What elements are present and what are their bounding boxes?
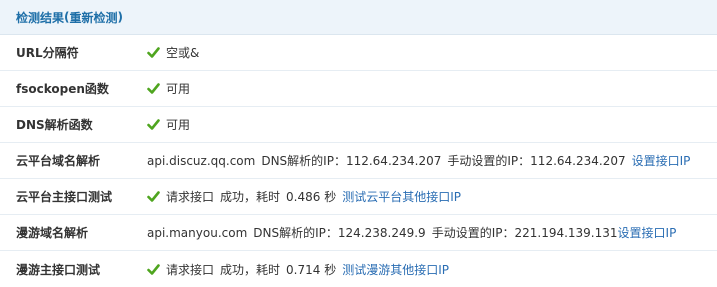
panel-title: 检测结果: [16, 10, 65, 25]
recheck-link[interactable]: 重新检测: [70, 9, 118, 26]
result-row-dns-function: DNS解析函数 可用: [0, 107, 717, 143]
result-row-fsockopen: fsockopen函数 可用: [0, 71, 717, 107]
check-icon: [147, 47, 160, 58]
result-text: 成功，耗时: [220, 262, 281, 277]
dns-ip-value: 112.64.234.207: [345, 153, 442, 168]
test-cloud-other-link[interactable]: 测试云平台其他接口IP: [342, 188, 461, 205]
elapsed-time: 0.714 秒: [286, 262, 337, 277]
row-label: 漫游主接口测试: [16, 262, 101, 277]
row-value: 请求接口 成功，耗时 0.486 秒 测试云平台其他接口IP: [147, 188, 461, 205]
manual-ip-label: 手动设置的IP：: [447, 154, 531, 168]
row-label: 云平台域名解析: [16, 154, 101, 168]
manual-ip-value: 112.64.234.207: [530, 153, 626, 168]
row-value: api.discuz.qq.com DNS解析的IP： 112.64.234.2…: [147, 152, 690, 169]
result-text: 成功，耗时: [220, 190, 281, 204]
manual-ip-value: 221.194.139.131: [514, 225, 618, 240]
row-label: fsockopen函数: [16, 82, 109, 96]
row-value: 请求接口 成功，耗时 0.714 秒 测试漫游其他接口IP: [147, 261, 449, 278]
result-row-cloud-main-test: 云平台主接口测试 请求接口 成功，耗时 0.486 秒 测试云平台其他接口IP: [0, 179, 717, 215]
set-interface-ip-link[interactable]: 设置接口IP: [632, 152, 691, 169]
panel-header: 检测结果 ( 重新检测 ): [0, 0, 717, 35]
status-text: 空或&: [166, 46, 200, 60]
status-text: 可用: [166, 82, 191, 96]
row-value: 空或&: [147, 44, 199, 61]
set-interface-ip-link[interactable]: 设置接口IP: [618, 224, 677, 241]
row-label: DNS解析函数: [16, 118, 93, 132]
paren-close: ): [117, 10, 123, 24]
row-label: 漫游域名解析: [16, 226, 89, 240]
row-label: URL分隔符: [16, 46, 79, 60]
row-value: 可用: [147, 116, 190, 133]
result-row-manyou-main-test: 漫游主接口测试 请求接口 成功，耗时 0.714 秒 测试漫游其他接口IP: [0, 251, 717, 287]
check-icon: [147, 119, 160, 130]
dns-ip-value: 124.238.249.9: [337, 225, 426, 240]
manual-ip-label: 手动设置的IP：: [431, 226, 515, 240]
check-icon: [147, 263, 160, 275]
dns-ip-label: DNS解析的IP：: [261, 154, 346, 168]
detection-results-panel: 检测结果 ( 重新检测 ) URL分隔符 空或& fsockopen函数 可用 …: [0, 0, 717, 285]
dns-ip-label: DNS解析的IP：: [253, 226, 338, 240]
domain-text: api.discuz.qq.com: [147, 153, 256, 168]
request-text: 请求接口: [166, 262, 215, 277]
row-value: api.manyou.com DNS解析的IP： 124.238.249.9 手…: [147, 224, 676, 241]
check-icon: [147, 83, 160, 94]
check-icon: [147, 191, 160, 202]
result-row-manyou-dns: 漫游域名解析 api.manyou.com DNS解析的IP： 124.238.…: [0, 215, 717, 251]
test-manyou-other-link[interactable]: 测试漫游其他接口IP: [342, 261, 449, 278]
row-label: 云平台主接口测试: [16, 190, 113, 204]
domain-text: api.manyou.com: [147, 225, 248, 240]
result-row-url-separator: URL分隔符 空或&: [0, 35, 717, 71]
elapsed-time: 0.486 秒: [286, 190, 337, 204]
result-row-cloud-dns: 云平台域名解析 api.discuz.qq.com DNS解析的IP： 112.…: [0, 143, 717, 179]
status-text: 可用: [166, 118, 191, 132]
row-value: 可用: [147, 80, 190, 97]
request-text: 请求接口: [166, 190, 215, 204]
